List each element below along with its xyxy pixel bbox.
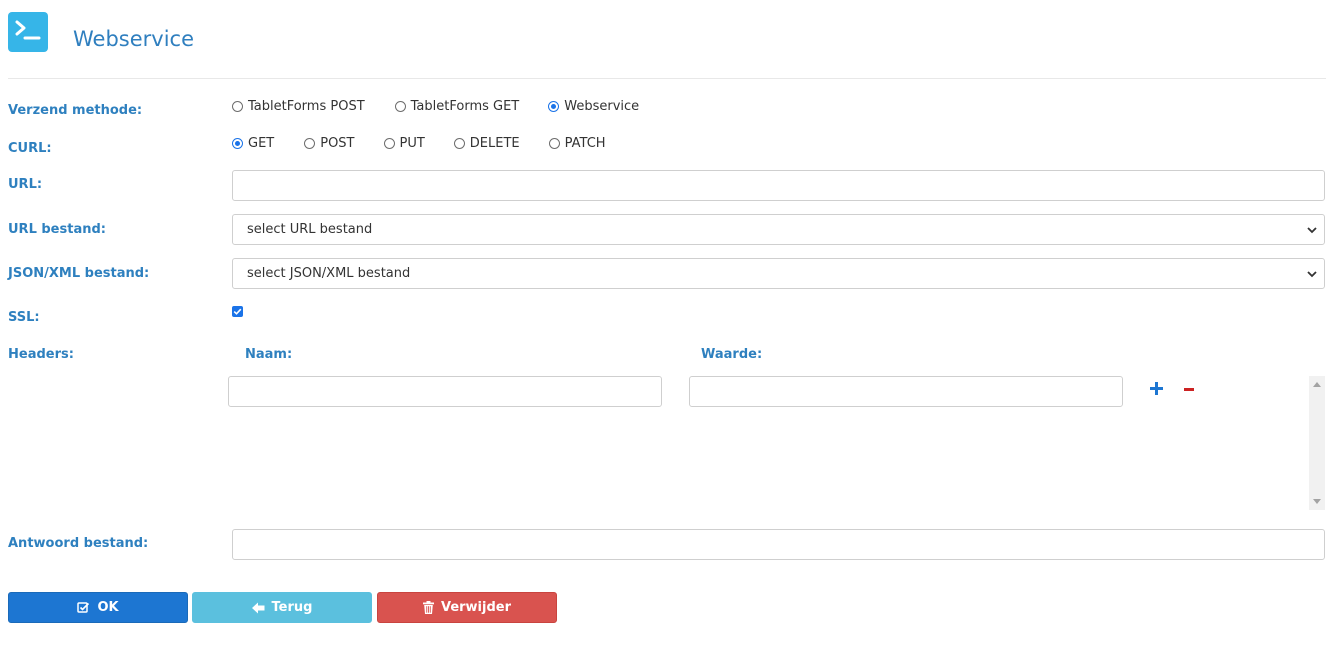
terug-button[interactable]: Terug <box>192 592 372 623</box>
radio-tabletforms-post[interactable]: TabletForms POST <box>232 99 365 114</box>
radio-label: GET <box>248 136 275 151</box>
add-header-button[interactable] <box>1148 380 1165 397</box>
plus-icon[interactable] <box>1148 380 1165 397</box>
url-input[interactable] <box>232 170 1325 201</box>
json-xml-bestand-selected-value: select JSON/XML bestand <box>247 266 411 281</box>
chevron-down-icon <box>1307 271 1317 278</box>
radio-label: POST <box>320 136 355 151</box>
radio-label: Webservice <box>564 99 640 114</box>
page-title: Webservice <box>73 27 195 51</box>
verzend-methode-group: TabletForms POST TabletForms GET Webserv… <box>232 99 639 114</box>
radio-webservice[interactable]: Webservice <box>548 99 639 114</box>
terminal-icon <box>8 12 48 52</box>
radio-label: PUT <box>399 136 425 151</box>
headers-label: Headers: <box>8 347 74 362</box>
ssl-checkbox[interactable] <box>232 306 243 317</box>
verwijder-button-label: Verwijder <box>440 600 512 615</box>
radio-label: TabletForms POST <box>248 99 365 114</box>
curl-label: CURL: <box>8 141 52 156</box>
terug-button-label: Terug <box>271 600 313 615</box>
headers-scrollbar[interactable] <box>1309 376 1325 510</box>
verzend-methode-label: Verzend methode: <box>8 103 143 118</box>
chevron-down-icon <box>1307 227 1317 234</box>
scroll-up-arrow-icon[interactable] <box>1313 382 1321 387</box>
minus-icon[interactable] <box>1182 380 1196 397</box>
radio-curl-delete[interactable]: DELETE <box>453 136 520 151</box>
url-label: URL: <box>8 177 43 192</box>
radio-curl-get[interactable]: GET <box>232 136 274 151</box>
header-divider <box>8 78 1326 79</box>
url-bestand-label: URL bestand: <box>8 222 106 237</box>
radio-button-icon[interactable] <box>304 138 316 149</box>
header-naam-input[interactable] <box>228 376 662 407</box>
radio-tabletforms-get[interactable]: TabletForms GET <box>394 99 520 114</box>
json-xml-bestand-select[interactable]: select JSON/XML bestand <box>232 258 1325 289</box>
header-waarde-input[interactable] <box>689 376 1123 407</box>
page-header: Webservice <box>8 12 1326 52</box>
radio-label: PATCH <box>564 136 606 151</box>
radio-button-icon[interactable] <box>453 138 465 149</box>
radio-curl-patch[interactable]: PATCH <box>548 136 606 151</box>
radio-curl-put[interactable]: PUT <box>383 136 425 151</box>
curl-group: GET POST PUT DELETE PATCH <box>232 136 606 151</box>
ok-button[interactable]: OK <box>8 592 188 623</box>
radio-label: DELETE <box>469 136 520 151</box>
check-square-icon <box>77 602 90 613</box>
ssl-label: SSL: <box>8 310 40 325</box>
radio-curl-post[interactable]: POST <box>304 136 355 151</box>
radio-button-icon[interactable] <box>394 101 406 112</box>
radio-button-icon[interactable] <box>548 138 560 149</box>
json-xml-bestand-label: JSON/XML bestand: <box>8 266 150 281</box>
url-bestand-select[interactable]: select URL bestand <box>232 214 1325 245</box>
url-bestand-selected-value: select URL bestand <box>247 222 373 237</box>
radio-button-icon[interactable] <box>232 101 243 112</box>
checkmark-icon <box>233 308 242 315</box>
naam-column-label: Naam: <box>245 347 293 362</box>
scroll-down-arrow-icon[interactable] <box>1313 499 1321 504</box>
remove-header-button[interactable] <box>1182 380 1196 397</box>
radio-button-icon[interactable] <box>383 138 395 149</box>
waarde-column-label: Waarde: <box>701 347 763 362</box>
antwoord-bestand-label: Antwoord bestand: <box>8 536 149 551</box>
radio-button-selected-icon[interactable] <box>232 138 243 149</box>
antwoord-bestand-input[interactable] <box>232 529 1325 560</box>
verwijder-button[interactable]: Verwijder <box>377 592 557 623</box>
radio-button-selected-icon[interactable] <box>548 101 560 112</box>
arrow-left-icon <box>251 602 265 613</box>
trash-icon <box>422 601 434 614</box>
ok-button-label: OK <box>97 600 119 615</box>
radio-label: TabletForms GET <box>410 99 520 114</box>
